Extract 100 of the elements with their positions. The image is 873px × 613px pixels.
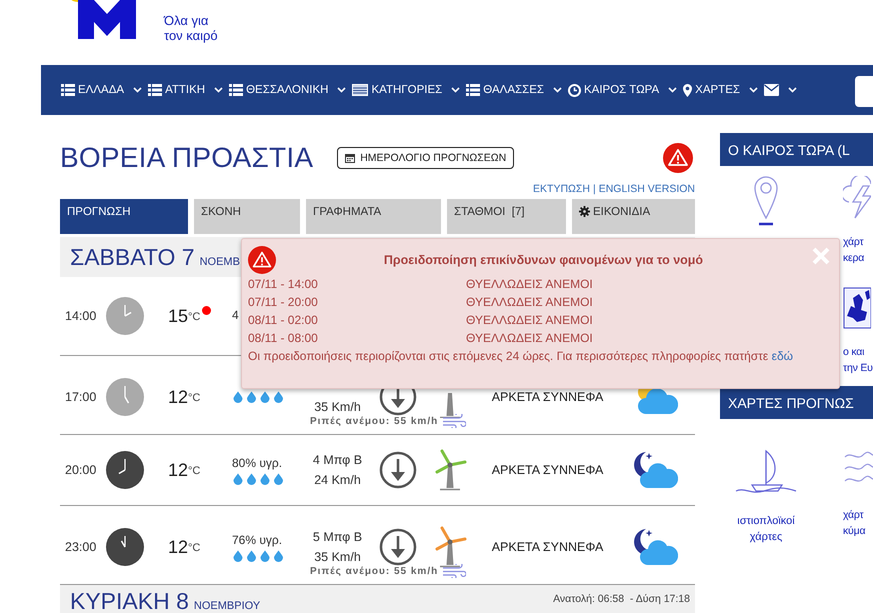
sunrise-sunset-label: Ανατολή: 06:58 - Δύση 17:18 xyxy=(553,593,690,605)
warning-event: ΘΥΕΛΛΩΔΕΙΣ ΑΝΕΜΟΙ xyxy=(466,312,593,329)
map-link[interactable]: ο και την Ευ xyxy=(843,344,873,376)
tab[interactable]: ΠΡΟΓΝΩΣΗ xyxy=(60,199,188,234)
cloud-lightning-icon[interactable] xyxy=(843,176,871,220)
time-label: 20:00 xyxy=(65,463,98,477)
caret-icon xyxy=(553,87,562,93)
nav-menu-item[interactable] xyxy=(764,84,797,96)
warning-icon[interactable] xyxy=(248,246,276,274)
list-icon xyxy=(61,84,75,96)
unit-label: °C xyxy=(188,542,200,554)
language-link[interactable]: ENGLISH VERSION xyxy=(598,183,695,195)
table-icon xyxy=(352,84,368,96)
temperature: 12 xyxy=(168,386,188,408)
caret-icon xyxy=(788,87,797,93)
warning-note: Οι προειδοποιήσεις περιορίζονται στις επόμενες 24 ώρες. Για περισσότερες πληροφορίες πατήστε εδώ xyxy=(248,348,794,365)
month-label: ΝΟΕΜΒ xyxy=(200,256,240,268)
humidity-drops-icon xyxy=(232,550,285,562)
logo-tagline: Όλα για xyxy=(164,13,210,28)
time-label: 17:00 xyxy=(65,390,98,404)
wind-speed-label: 35 Km/h xyxy=(314,549,361,566)
day-name: ΣΑΒΒΑΤΟ 7 xyxy=(70,244,195,270)
list-icon xyxy=(466,84,480,96)
gear-icon xyxy=(579,206,590,217)
wind-force-label: 4 Μπφ Β xyxy=(312,452,362,469)
logo-icon[interactable] xyxy=(78,0,136,39)
wind-force-label: 5 Μπφ Β xyxy=(312,529,362,546)
close-icon xyxy=(811,246,831,266)
tab[interactable]: ΣΤΑΘΜΟΙ [7] xyxy=(447,199,566,234)
calendar-icon xyxy=(345,153,356,163)
humidity-drops-icon xyxy=(232,391,285,403)
popup-title: Προειδοποίηση επικίνδυνων φαινομένων για το νομό xyxy=(382,253,704,267)
nav-menu-item[interactable]: ΑΤΤΙΚΗ xyxy=(148,84,224,96)
humidity-drops-icon xyxy=(232,472,285,484)
warning-time: 07/11 - 14:00 xyxy=(248,276,318,293)
europe-map-icon[interactable] xyxy=(843,286,871,330)
caret-icon xyxy=(337,87,346,93)
weather-description: ΑΡΚΕΤΑ ΣΥΝΝΕΦΑ xyxy=(492,540,604,554)
map-link[interactable]: χάρτ κερα xyxy=(843,234,864,266)
print-link[interactable]: ΕΚΤΥΠΩΣΗ xyxy=(533,183,590,195)
warning-icon[interactable] xyxy=(663,143,693,173)
gust-label: Ριπές ανέμου: 55 km/h xyxy=(310,566,438,576)
wind-speed-label: 24 Km/h xyxy=(314,472,361,489)
more-info-link[interactable]: εδώ xyxy=(772,349,793,363)
wind-direction-icon xyxy=(378,451,416,489)
forecast-calendar-button[interactable]: ΗΜΕΡΟΛΟΓΙΟ ΠΡΟΓΝΩΣΕΩΝ xyxy=(337,147,514,169)
turbine-mast-icon xyxy=(439,392,461,418)
pin-icon[interactable] xyxy=(753,176,779,226)
unit-label: °C xyxy=(188,310,200,322)
warning-event: ΘΥΕΛΛΩΔΕΙΣ ΑΝΕΜΟΙ xyxy=(466,276,593,293)
unit-label: °C xyxy=(188,464,200,476)
section-header: ΧΑΡΤΕΣ ΠΡΟΓΝΩΣ xyxy=(720,386,873,419)
tab[interactable]: ΓΡΑΦΗΜΑΤΑ xyxy=(306,199,441,234)
humidity-label: 80% υγρ. xyxy=(232,456,282,470)
day-name: ΚΥΡΙΑΚΗ 8 xyxy=(70,588,189,613)
wind-icon xyxy=(442,564,466,578)
caret-icon xyxy=(748,87,758,93)
caret-icon xyxy=(214,87,224,93)
humidity-label: 76% υγρ. xyxy=(232,532,282,546)
list-icon xyxy=(148,84,162,96)
warning-event: ΘΥΕΛΛΩΔΕΙΣ ΑΝΕΜΟΙ xyxy=(466,330,593,347)
nav-menu-item[interactable]: ΘΑΛΑΣΣΕΣ xyxy=(466,84,562,96)
warning-time: 08/11 - 02:00 xyxy=(248,312,318,329)
time-label: 14:00 xyxy=(65,309,98,323)
warning-time: 07/11 - 20:00 xyxy=(248,294,318,311)
map-link[interactable]: ιστιοπλοϊκοί χάρτες xyxy=(737,513,795,545)
wind-icon xyxy=(442,414,466,428)
temperature: 15 xyxy=(168,306,188,326)
caret-icon xyxy=(668,87,678,93)
temperature: 12 xyxy=(168,460,188,480)
tab[interactable]: ΣΚΟΝΗ xyxy=(194,199,300,234)
wind-direction-icon xyxy=(378,528,416,566)
nav-menu-item[interactable]: ΧΑΡΤΕΣ xyxy=(683,84,758,96)
time-label: 23:00 xyxy=(65,540,98,554)
logo-tagline: τον καιρό xyxy=(164,28,218,43)
warning-time: 08/11 - 08:00 xyxy=(248,330,318,347)
section-header: Ο ΚΑΙΡΟΣ ΤΩΡΑ (L xyxy=(720,133,873,166)
clock-icon xyxy=(568,84,581,96)
month-label: ΝΟΕΜΒΡΙΟΥ xyxy=(194,600,260,612)
humidity-label: 4 xyxy=(232,308,239,322)
page-title: ΒΟΡΕΙΑ ΠΡΟΑΣΤΙΑ xyxy=(60,142,314,174)
weather-description: ΑΡΚΕΤΑ ΣΥΝΝΕΦΑ xyxy=(492,390,604,404)
weather-description: ΑΡΚΕΤΑ ΣΥΝΝΕΦΑ xyxy=(492,463,604,477)
list-icon xyxy=(229,84,244,96)
wind-speed-label: 35 Km/h xyxy=(314,399,361,416)
caret-icon xyxy=(451,87,460,93)
unit-label: °C xyxy=(188,392,200,404)
nav-menu-item[interactable]: ΚΑΙΡΟΣ ΤΩΡΑ xyxy=(568,84,678,96)
warning-event: ΘΥΕΛΛΩΔΕΙΣ ΑΝΕΜΟΙ xyxy=(466,294,593,311)
nav-menu-item[interactable]: ΚΑΤΗΓΟΡΙΕΣ xyxy=(352,84,460,96)
temperature: 12 xyxy=(168,536,188,558)
gust-label: Ριπές ανέμου: 55 km/h xyxy=(310,416,438,426)
mail-icon xyxy=(764,84,779,96)
map-link[interactable]: χάρτ κύμα xyxy=(843,507,866,539)
caret-icon xyxy=(133,87,142,93)
tab[interactable]: ΕΙΚΟΝΙΔΙΑ xyxy=(572,199,695,234)
link-separator: | xyxy=(592,183,596,195)
nav-menu-item[interactable]: ΘΕΣΣΑΛΟΝΙΚΗ xyxy=(229,84,346,96)
nav-menu-item[interactable]: ΕΛΛΑΔΑ xyxy=(61,84,142,96)
pin-icon xyxy=(683,84,692,96)
